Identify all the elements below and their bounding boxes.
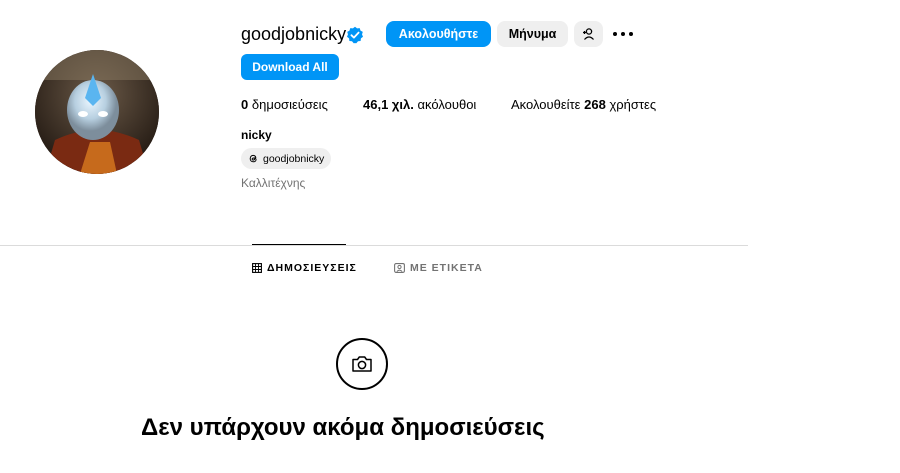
camera-icon [352, 356, 372, 372]
display-name: nicky [241, 128, 272, 142]
profile-category: Καλλιτέχνης [241, 176, 306, 190]
following-count: 268 [584, 97, 606, 112]
followers-label: ακόλουθοι [417, 97, 477, 112]
threads-icon [249, 154, 257, 163]
tab-posts[interactable]: ΔΗΜΟΣΙΕΥΣΕΙΣ [252, 262, 357, 274]
tab-tagged[interactable]: ΜΕ ΕΤΙΚΕΤΑ [394, 262, 483, 274]
avatar-image [35, 50, 159, 174]
grid-icon [252, 263, 262, 273]
ellipsis-icon [613, 32, 633, 36]
profile-username: goodjobnicky [241, 24, 347, 44]
following-prefix: Ακολουθείτε [511, 97, 581, 112]
download-all-button[interactable]: Download All [241, 54, 339, 80]
threads-link[interactable]: goodjobnicky [241, 148, 332, 169]
suggested-accounts-button[interactable] [574, 21, 603, 47]
message-button[interactable]: Μήνυμα [497, 21, 568, 47]
follow-button[interactable]: Ακολουθήστε [386, 21, 491, 47]
tagged-person-icon [394, 263, 405, 273]
add-person-icon [582, 28, 594, 40]
following-suffix: χρήστες [609, 97, 657, 112]
following-stat[interactable]: Ακολουθείτε 268 χρήστες [511, 97, 656, 112]
camera-placeholder [336, 338, 388, 390]
threads-handle: goodjobnicky [263, 152, 325, 165]
active-tab-indicator [252, 244, 346, 245]
empty-state-title: Δεν υπάρχουν ακόμα δημοσιεύσεις [141, 414, 545, 441]
followers-stat[interactable]: 46,1 χιλ. ακόλουθοι [363, 97, 476, 112]
tab-tagged-label: ΜΕ ΕΤΙΚΕΤΑ [410, 262, 483, 274]
more-options-button[interactable] [611, 26, 635, 42]
tab-posts-label: ΔΗΜΟΣΙΕΥΣΕΙΣ [267, 262, 357, 274]
posts-count: 0 [241, 97, 249, 112]
followers-count: 46,1 χιλ. [363, 97, 414, 112]
posts-label: δημοσιεύσεις [251, 97, 328, 112]
tabs-divider [0, 245, 748, 246]
verified-badge-icon [347, 26, 363, 44]
posts-stat: 0 δημοσιεύσεις [241, 97, 328, 112]
profile-avatar[interactable] [35, 50, 159, 174]
